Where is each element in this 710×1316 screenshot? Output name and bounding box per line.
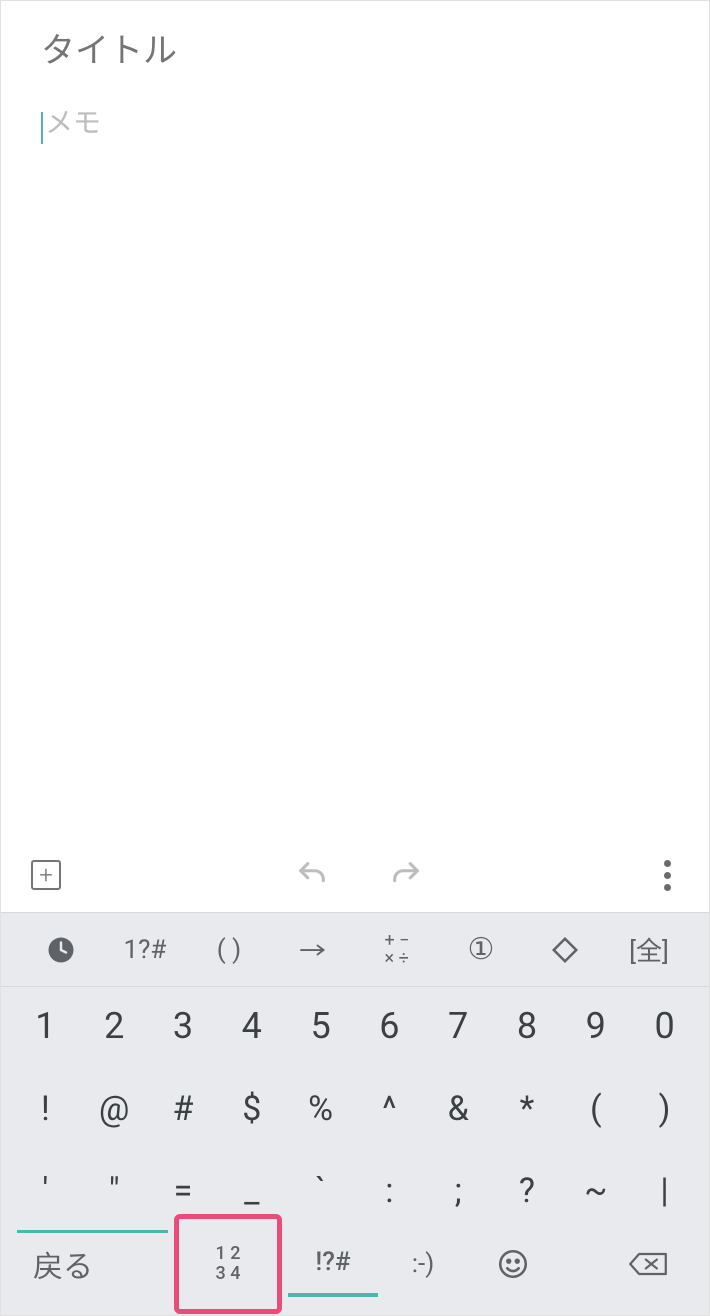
key-3[interactable]: 3 (149, 1005, 217, 1047)
key-caret[interactable]: ^ (355, 1089, 423, 1129)
key-semi[interactable]: ; (424, 1171, 492, 1211)
more-menu-icon[interactable] (656, 860, 679, 891)
key-9[interactable]: 9 (562, 1005, 630, 1047)
backspace-icon[interactable] (603, 1231, 693, 1297)
keyboard-bottom-row: 戻る 1 2 3 4 !?# :-) (1, 1229, 709, 1315)
keyboard-row-1: 1 2 3 4 5 6 7 8 9 0 (11, 1005, 699, 1047)
spacer (558, 1231, 603, 1297)
add-icon[interactable]: + (31, 860, 61, 890)
editor-toolbar: + (1, 842, 709, 912)
key-amp[interactable]: & (424, 1089, 492, 1129)
key-4[interactable]: 4 (218, 1005, 286, 1047)
key-5[interactable]: 5 (287, 1005, 355, 1047)
memo-placeholder: メモ (45, 106, 101, 139)
suggestion-parens[interactable]: ( ) (199, 935, 259, 965)
emoji-icon[interactable] (468, 1231, 558, 1297)
math-ops-icon[interactable]: + −× ÷ (367, 932, 427, 968)
text-cursor (41, 112, 43, 144)
diamond-icon[interactable] (535, 935, 595, 965)
key-1[interactable]: 1 (11, 1005, 79, 1047)
key-under[interactable]: _ (218, 1171, 286, 1211)
key-backtick[interactable]: ` (287, 1171, 355, 1211)
memo-input-wrapper[interactable]: メモ (41, 101, 669, 144)
keyboard-rows: 1 2 3 4 5 6 7 8 9 0 ! @ # $ % ^ & * ( ) … (1, 987, 709, 1211)
suggestion-fullwidth[interactable]: [全] (619, 931, 679, 968)
key-dquote[interactable]: " (80, 1171, 148, 1211)
key-star[interactable]: * (493, 1089, 561, 1129)
keyboard: 1?# ( ) + −× ÷ ① [全] 1 2 3 4 5 6 7 8 9 0… (1, 912, 709, 1315)
key-0[interactable]: 0 (631, 1005, 699, 1047)
keyboard-row-2: ! @ # $ % ^ & * ( ) (11, 1089, 699, 1129)
key-2[interactable]: 2 (80, 1005, 148, 1047)
key-8[interactable]: 8 (493, 1005, 561, 1047)
key-exclaim[interactable]: ! (11, 1089, 79, 1129)
arrow-icon[interactable] (283, 935, 343, 965)
key-question[interactable]: ? (493, 1171, 561, 1211)
key-percent[interactable]: % (287, 1089, 355, 1129)
key-eq[interactable]: = (149, 1171, 217, 1211)
key-pipe[interactable]: | (631, 1171, 699, 1211)
suggestion-bar: 1?# ( ) + −× ÷ ① [全] (1, 913, 709, 987)
key-tilde[interactable]: ~ (562, 1171, 630, 1211)
key-dollar[interactable]: $ (218, 1089, 286, 1129)
title-input[interactable] (41, 31, 669, 71)
key-rparen[interactable]: ) (631, 1089, 699, 1129)
key-hash[interactable]: # (149, 1089, 217, 1129)
key-squote[interactable]: ' (11, 1171, 79, 1211)
number-layout-line1: 1 2 (216, 1244, 241, 1264)
smiley-text-key[interactable]: :-) (378, 1231, 468, 1297)
key-7[interactable]: 7 (424, 1005, 492, 1047)
note-editor: メモ (1, 1, 709, 842)
suggestion-symbols[interactable]: 1?# (115, 935, 175, 965)
circled-one-icon[interactable]: ① (451, 932, 511, 967)
key-6[interactable]: 6 (355, 1005, 423, 1047)
number-layout-line2: 3 4 (216, 1264, 241, 1284)
key-lparen[interactable]: ( (562, 1089, 630, 1129)
redo-icon[interactable] (389, 858, 423, 892)
undo-icon[interactable] (295, 858, 329, 892)
back-key[interactable]: 戻る (17, 1230, 168, 1296)
clock-icon[interactable] (31, 935, 91, 965)
special-chars-key[interactable]: !?# (288, 1231, 378, 1297)
key-colon[interactable]: : (355, 1171, 423, 1211)
key-at[interactable]: @ (80, 1089, 148, 1129)
keyboard-row-3: ' " = _ ` : ; ? ~ | (11, 1171, 699, 1211)
number-layout-key[interactable]: 1 2 3 4 (174, 1214, 282, 1314)
